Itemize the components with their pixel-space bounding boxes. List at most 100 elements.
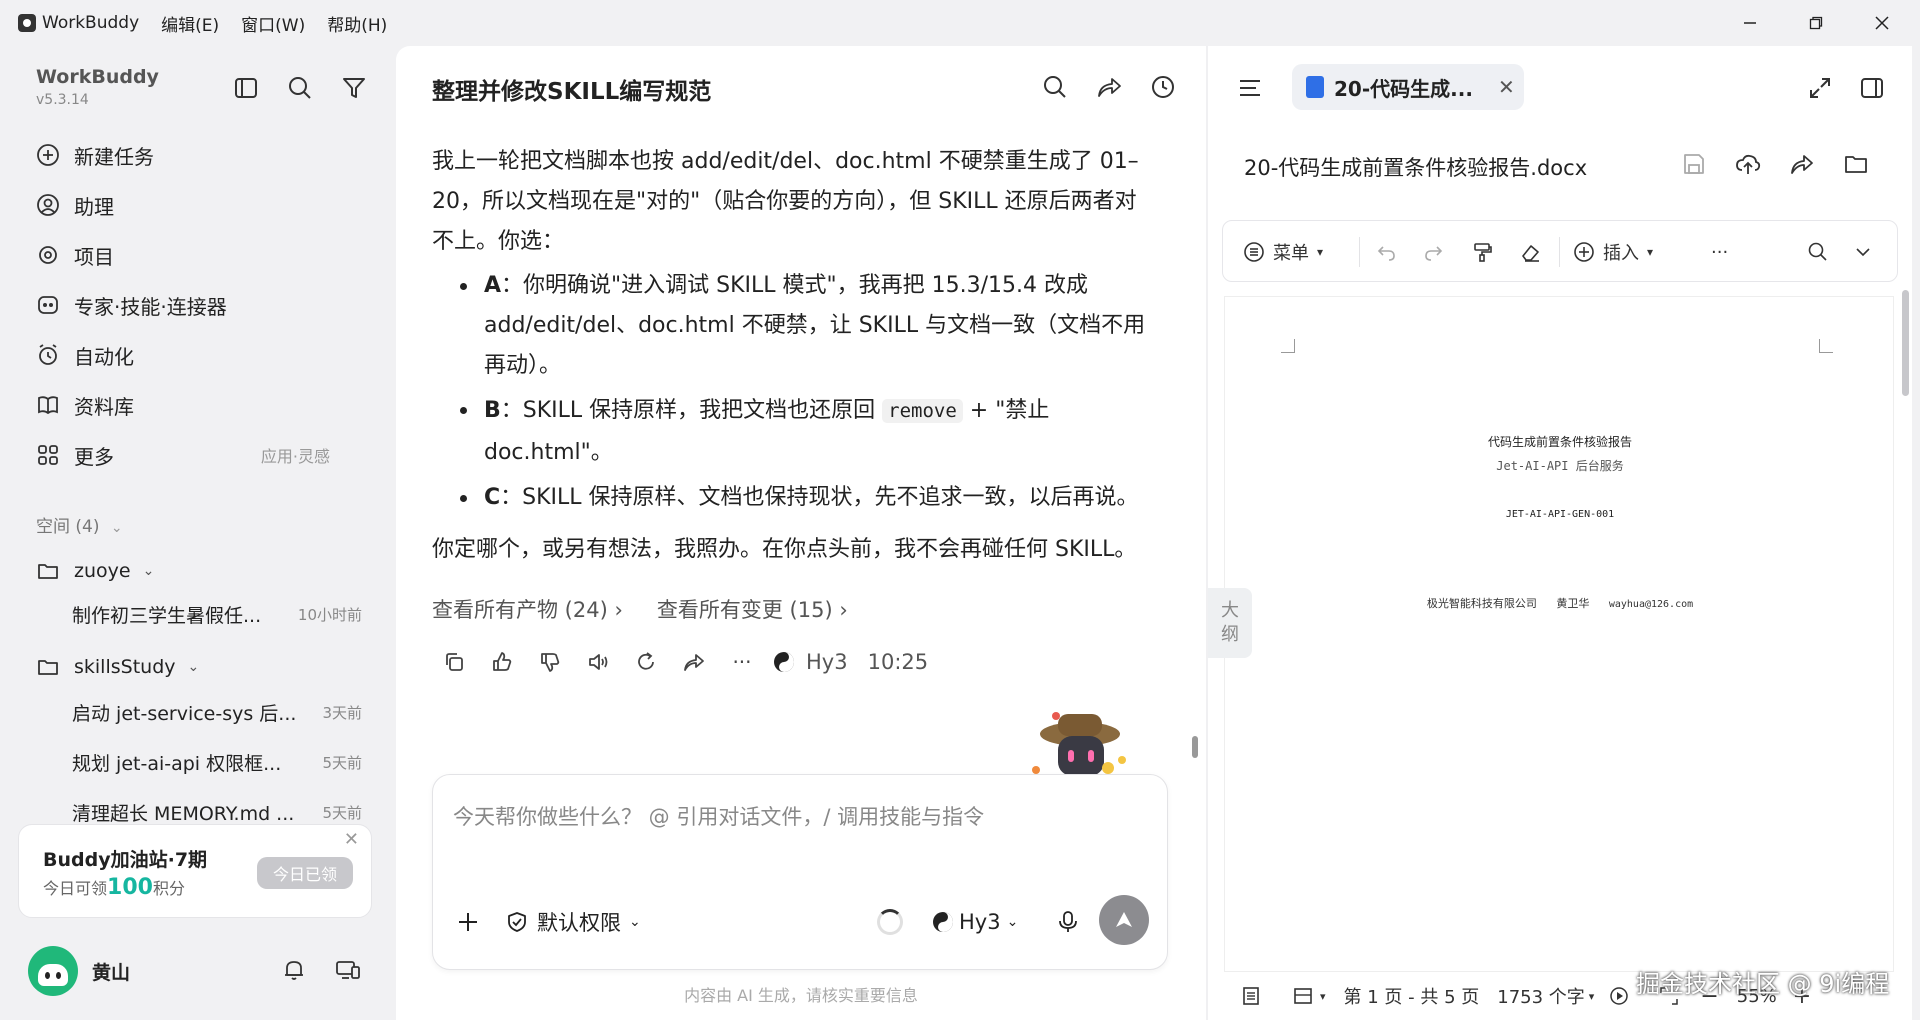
- copy-icon[interactable]: [436, 644, 472, 680]
- close-tab-icon[interactable]: ✕: [1498, 75, 1515, 99]
- layout-icon[interactable]: [1292, 985, 1314, 1007]
- promo-card[interactable]: Buddy加油站·7期 今日可领100积分 今日已领 ✕: [18, 824, 372, 918]
- close-window-icon[interactable]: [1852, 0, 1912, 46]
- view-artifacts-link[interactable]: 查看所有产物 (24) ›: [432, 594, 623, 624]
- plus-circle-icon: [1573, 241, 1595, 263]
- nav-automation[interactable]: 自动化: [36, 338, 366, 372]
- filter-icon[interactable]: [340, 74, 368, 102]
- share-icon[interactable]: [676, 644, 712, 680]
- page-subtitle: Jet-AI-API 后台服务: [1496, 459, 1624, 473]
- task-item[interactable]: 启动 jet-service-sys 后... 3天前: [72, 696, 362, 728]
- nav-more[interactable]: 更多 应用·灵感: [36, 438, 366, 472]
- model-selector[interactable]: Hy3 ⌄: [931, 907, 1018, 937]
- regenerate-icon[interactable]: [628, 644, 664, 680]
- document-code: JET-AI-API-GEN-001: [1505, 509, 1615, 520]
- message-time: 10:25: [867, 650, 929, 674]
- user-name: 黄山: [92, 962, 131, 984]
- promo-claim-button[interactable]: 今日已领: [257, 857, 353, 889]
- save-icon[interactable]: [1680, 150, 1708, 178]
- chat-input-box[interactable]: 今天帮你做些什么？ @ 引用对话文件，/ 调用技能与指令 默认权限 ⌄ Hy3 …: [432, 774, 1168, 970]
- microphone-icon[interactable]: [1053, 907, 1083, 937]
- assistant-message: 我上一轮把文档脚本也按 add/edit/del、doc.html 不硬禁重生成…: [432, 142, 1152, 570]
- share-icon[interactable]: [1788, 150, 1816, 178]
- outline-tab[interactable]: 大 纲: [1208, 588, 1252, 658]
- search-icon[interactable]: [1040, 72, 1070, 102]
- bell-icon[interactable]: [280, 956, 308, 984]
- folder-zuoye[interactable]: zuoye ⌄: [36, 554, 154, 588]
- sidebar-toggle-icon[interactable]: [232, 74, 260, 102]
- menu-help[interactable]: 帮助(H): [327, 11, 387, 36]
- view-changes-link[interactable]: 查看所有变更 (15) ›: [657, 594, 848, 624]
- restore-icon[interactable]: [1786, 0, 1846, 46]
- send-button[interactable]: [1099, 895, 1149, 945]
- folder-skillsstudy[interactable]: skillsStudy ⌄: [36, 650, 199, 684]
- toolbar-menu-button[interactable]: 菜单 ▾: [1243, 239, 1323, 265]
- share-icon[interactable]: [1094, 72, 1124, 102]
- document-panel: 20-代码生成... ✕ 20-代码生成前置条件核验报告.docx 菜单 ▾ 插…: [1208, 46, 1912, 1020]
- thumbs-up-icon[interactable]: [484, 644, 520, 680]
- undo-icon[interactable]: [1375, 239, 1397, 265]
- nav-label: 更多: [74, 444, 114, 469]
- chat-title: 整理并修改SKILL编写规范: [432, 79, 712, 105]
- option-c: C：SKILL 保持原样、文档也保持现状，先不追求一致，以后再说。: [432, 478, 1152, 518]
- thumbs-down-icon[interactable]: [532, 644, 568, 680]
- folder-name: zuoye: [74, 560, 131, 582]
- model-logo-icon: [931, 910, 955, 934]
- nav-experts[interactable]: 专家·技能·连接器: [36, 288, 366, 322]
- document-scrollbar[interactable]: [1902, 290, 1909, 396]
- nav-new-task[interactable]: 新建任务: [36, 138, 366, 172]
- expand-icon[interactable]: [1806, 74, 1834, 102]
- avatar[interactable]: [28, 946, 78, 996]
- minimize-icon[interactable]: [1720, 0, 1780, 46]
- document-tab[interactable]: 20-代码生成... ✕: [1292, 64, 1524, 110]
- format-painter-icon[interactable]: [1471, 239, 1493, 265]
- chat-scrollbar[interactable]: [1192, 736, 1198, 758]
- space-header[interactable]: 空间 (4) ⌄: [36, 512, 123, 537]
- redo-icon[interactable]: [1423, 239, 1445, 265]
- search-icon[interactable]: [286, 74, 314, 102]
- more-icon[interactable]: ···: [1711, 239, 1728, 265]
- outline-char: 纲: [1221, 624, 1239, 645]
- chevron-down-icon: ⌄: [110, 520, 123, 536]
- add-attachment-icon[interactable]: [453, 907, 483, 937]
- more-icon[interactable]: ···: [724, 644, 760, 680]
- menu-window[interactable]: 窗口(W): [241, 11, 305, 36]
- expert-icon: [36, 293, 60, 317]
- chat-panel: 整理并修改SKILL编写规范 我上一轮把文档脚本也按 add/edit/del、…: [396, 46, 1206, 1020]
- nav-assistant[interactable]: 助理: [36, 188, 366, 222]
- folder-icon[interactable]: [1842, 150, 1870, 178]
- nav-library[interactable]: 资料库: [36, 388, 366, 422]
- history-icon[interactable]: [1148, 72, 1178, 102]
- chat-input-placeholder[interactable]: 今天帮你做些什么？ @ 引用对话文件，/ 调用技能与指令: [453, 801, 984, 831]
- close-icon[interactable]: ✕: [344, 829, 359, 850]
- caret-down-icon[interactable]: ▾: [1589, 990, 1595, 1003]
- title-bar: WorkBuddy 编辑(E) 窗口(W) 帮助(H): [0, 0, 1920, 46]
- permission-selector[interactable]: 默认权限 ⌄: [505, 907, 641, 937]
- chevron-down-icon[interactable]: [1853, 239, 1873, 265]
- play-icon[interactable]: [1608, 985, 1630, 1007]
- alarm-icon: [36, 343, 60, 367]
- promo-sub-suffix: 积分: [152, 879, 185, 898]
- menu-circle-icon: [1243, 241, 1265, 263]
- devices-icon[interactable]: [334, 956, 362, 984]
- assistant-icon: [36, 193, 60, 217]
- option-text: ：SKILL 保持原样，我把文档也还原回: [500, 398, 883, 423]
- task-item[interactable]: 规划 jet-ai-api 权限框... 5天前: [72, 746, 362, 778]
- task-item[interactable]: 制作初三学生暑假任... 10小时前: [72, 598, 362, 630]
- upload-icon[interactable]: [1734, 150, 1762, 178]
- search-icon[interactable]: [1807, 239, 1829, 265]
- eraser-icon[interactable]: [1519, 239, 1541, 265]
- page-view-icon[interactable]: [1240, 985, 1262, 1007]
- toolbar-insert-button[interactable]: 插入 ▾: [1573, 239, 1653, 265]
- shield-check-icon: [505, 910, 529, 934]
- inline-code: remove: [882, 399, 963, 423]
- caret-down-icon[interactable]: ▾: [1320, 990, 1326, 1003]
- speaker-icon[interactable]: [580, 644, 616, 680]
- nav-label: 专家·技能·连接器: [74, 294, 227, 319]
- side-panel-icon[interactable]: [1858, 74, 1886, 102]
- menu-edit[interactable]: 编辑(E): [161, 11, 219, 36]
- list-menu-icon[interactable]: [1236, 74, 1264, 102]
- document-page[interactable]: 代码生成前置条件核验报告 Jet-AI-API 后台服务 JET-AI-API-…: [1224, 296, 1894, 972]
- word-doc-icon: [1306, 76, 1324, 98]
- nav-project[interactable]: 项目: [36, 238, 366, 272]
